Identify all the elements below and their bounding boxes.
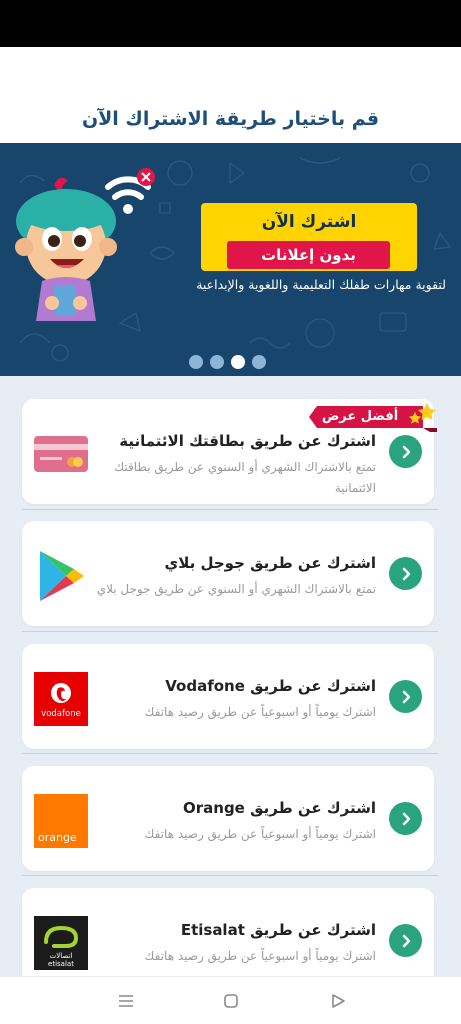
chevron-right-icon[interactable] [389,435,422,468]
option-description: اشترك يومياً أو اسبوعياً عن طريق رصيد ها… [144,827,376,841]
best-offer-badge: أفضل عرض [297,402,437,432]
option-vodafone[interactable]: vodafone اشترك عن طريق Vodafone اشترك يو… [22,644,434,749]
wifi-icon [105,168,155,214]
back-icon[interactable] [328,991,348,1011]
carousel-dot-active[interactable] [231,355,245,369]
banner-tagline: لتقوية مهارات طفلك التعليمية واللغوية وا… [196,277,446,292]
option-description: تمتع بالاشتراك الشهري أو السنوي عن طريق … [114,460,376,495]
option-etisalat[interactable]: اتصالات etisalat اشترك عن طريق Etisalat … [22,888,434,976]
orange-logo: orange [34,794,88,848]
google-play-icon [40,551,84,601]
chevron-right-icon[interactable] [389,802,422,835]
option-title: اشترك عن طريق جوجل بلاي [164,554,376,572]
svg-text:orange: orange [38,831,77,844]
svg-text:etisalat: etisalat [48,960,74,968]
system-navigation-bar [0,976,461,1024]
option-description: اشترك يومياً أو اسبوعياً عن طريق رصيد ها… [144,705,376,719]
chevron-right-icon[interactable] [389,680,422,713]
star-icon [409,403,436,424]
promo-banner[interactable]: اشترك الآن بدون إعلانات لتقوية مهارات طف… [0,143,461,376]
divider [22,631,438,632]
menu-icon[interactable] [116,991,136,1011]
home-icon[interactable] [221,991,241,1011]
subscription-options-list[interactable]: اشترك عن طريق بطاقتك الائتمانية تمتع بال… [0,376,461,976]
divider [22,753,438,754]
best-offer-label: أفضل عرض [321,409,399,424]
credit-card-icon [34,436,88,472]
option-orange[interactable]: orange اشترك عن طريق Orange اشترك يومياً… [22,766,434,871]
etisalat-logo: اتصالات etisalat [34,916,88,970]
carousel-dot[interactable] [210,355,224,369]
status-bar [0,0,461,47]
carousel-dot[interactable] [189,355,203,369]
option-title: اشترك عن طريق Orange [183,799,376,817]
svg-text:vodafone: vodafone [41,709,81,719]
vodafone-logo: vodafone [34,672,88,726]
option-title: اشترك عن طريق Etisalat [180,921,376,939]
no-ads-label: بدون إعلانات [227,241,390,269]
subscribe-now-button[interactable]: اشترك الآن بدون إعلانات [201,203,417,271]
option-description: اشترك يومياً أو اسبوعياً عن طريق رصيد ها… [144,949,376,963]
svg-text:اتصالات: اتصالات [50,952,73,960]
carousel-indicator[interactable] [189,355,266,369]
divider [22,875,438,876]
divider [22,509,438,510]
chevron-right-icon[interactable] [389,557,422,590]
subscribe-now-label: اشترك الآن [261,212,357,232]
carousel-dot[interactable] [252,355,266,369]
page-title: قم باختيار طريقة الاشتراك الآن [81,108,380,130]
option-title: اشترك عن طريق بطاقتك الائتمانية [119,432,376,450]
option-title: اشترك عن طريق Vodafone [165,677,376,695]
option-description: تمتع بالاشتراك الشهري أو السنوي عن طريق … [96,582,376,596]
option-google-play[interactable]: اشترك عن طريق جوجل بلاي تمتع بالاشتراك ا… [22,521,434,626]
chevron-right-icon[interactable] [389,924,422,957]
